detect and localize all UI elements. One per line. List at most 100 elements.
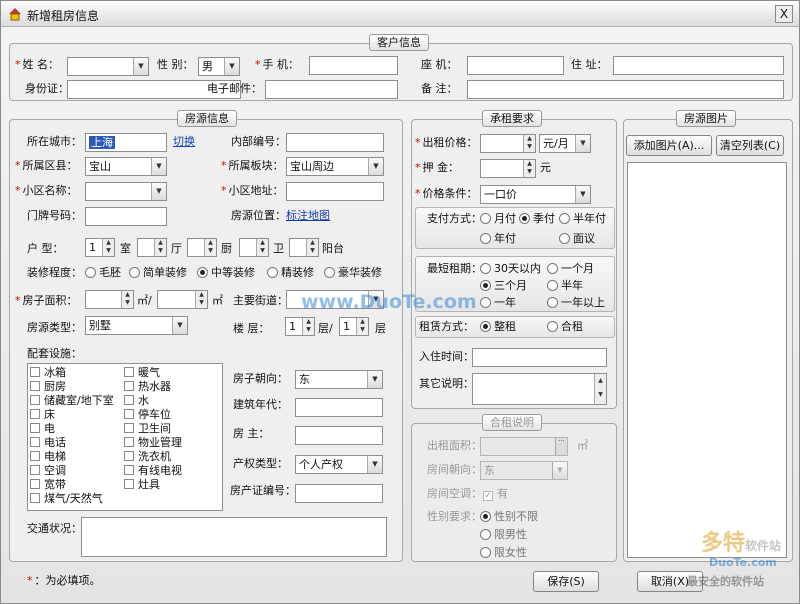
facility-checkbox[interactable]: 洗衣机 [124, 450, 182, 464]
chevron-down-icon[interactable]: ▼ [367, 456, 382, 473]
save-button[interactable]: 保存(S) [533, 571, 599, 592]
mode-shared-radio[interactable]: 合租 [547, 319, 583, 335]
decor-option-simple[interactable]: 简单装修 [129, 265, 187, 281]
community-combo[interactable]: ▼ [85, 182, 167, 201]
gender-select[interactable]: 男 ▼ [198, 57, 240, 76]
facility-checkbox[interactable]: 灶具 [124, 478, 182, 492]
district-select[interactable]: 宝山 ▼ [85, 157, 167, 176]
orientation-select[interactable]: 东 ▼ [295, 370, 383, 389]
spin-icon[interactable]: ▲ ▼ [302, 318, 314, 335]
pay-monthly-radio[interactable]: 月付 [480, 211, 516, 227]
name-combo[interactable]: ▼ [67, 57, 149, 76]
clear-list-button[interactable]: 清空列表(C) [716, 135, 784, 156]
gender-female-radio[interactable]: 限女性 [480, 545, 527, 561]
facility-checkbox[interactable]: 卫生间 [124, 422, 182, 436]
decor-option-luxury[interactable]: 豪华装修 [324, 265, 382, 281]
term-1month-radio[interactable]: 一个月 [547, 261, 594, 277]
condition-select[interactable]: 一口价 ▼ [480, 185, 591, 204]
hall-stepper[interactable]: ▲ ▼ [137, 238, 167, 257]
chevron-down-icon[interactable]: ▼ [224, 58, 239, 75]
email-input[interactable] [265, 80, 398, 99]
facility-checkbox[interactable]: 停车位 [124, 408, 182, 422]
term-30days-radio[interactable]: 30天以内 [480, 261, 541, 277]
facility-checkbox[interactable]: 电话 [30, 436, 114, 450]
kitchen-stepper[interactable]: ▲ ▼ [187, 238, 217, 257]
property-select[interactable]: 个人产权 ▼ [295, 455, 383, 474]
room-stepper[interactable]: 1 ▲ ▼ [85, 238, 115, 257]
bath-stepper[interactable]: ▲ ▼ [239, 238, 269, 257]
pay-halfyear-radio[interactable]: 半年付 [559, 211, 606, 227]
checkbox-icon[interactable] [124, 479, 134, 489]
close-button[interactable]: X [775, 5, 793, 23]
chevron-down-icon[interactable]: ▼ [367, 371, 382, 388]
facility-checkbox[interactable]: 电 [30, 422, 114, 436]
checkbox-icon[interactable] [30, 367, 40, 377]
traffic-textarea[interactable] [81, 517, 387, 557]
share-area-input[interactable]: ··· [480, 437, 568, 456]
facility-checkbox[interactable]: 热水器 [124, 380, 182, 394]
checkbox-icon[interactable] [124, 395, 134, 405]
decor-option-rough[interactable]: 毛胚 [85, 265, 121, 281]
spin-icon[interactable]: ··· [555, 438, 567, 455]
gender-male-radio[interactable]: 限男性 [480, 527, 527, 543]
facility-checkbox[interactable]: 水 [124, 394, 182, 408]
owner-input[interactable] [295, 426, 383, 445]
chevron-down-icon[interactable]: ▼ [172, 317, 187, 334]
area-stepper-2[interactable]: ▲ ▼ [157, 290, 208, 309]
chevron-down-icon[interactable]: ▼ [133, 58, 148, 75]
checkbox-icon[interactable] [124, 465, 134, 475]
photo-list[interactable] [627, 162, 787, 558]
spin-icon[interactable]: ▲ ▼ [523, 135, 535, 152]
pay-quarterly-radio[interactable]: 季付 [519, 211, 555, 227]
add-photo-button[interactable]: 添加图片(A)... [626, 135, 712, 156]
price-stepper[interactable]: ▲ ▼ [480, 134, 536, 153]
landline-input[interactable] [467, 56, 564, 75]
room-orient-select[interactable]: 东 ▼ [480, 461, 568, 480]
checkbox-icon[interactable] [30, 395, 40, 405]
checkbox-icon[interactable] [30, 479, 40, 489]
room-ac-checkbox[interactable]: ✓ 有 [483, 487, 508, 501]
internal-no-input[interactable] [286, 133, 384, 152]
chevron-down-icon[interactable]: ▼ [151, 183, 166, 200]
checkbox-icon[interactable] [124, 409, 134, 419]
facility-checkbox[interactable]: 物业管理 [124, 436, 182, 450]
scrollbar[interactable]: ▲ ▼ [594, 374, 606, 404]
spin-icon[interactable]: ▲ ▼ [195, 291, 207, 308]
chevron-down-icon[interactable]: ▼ [575, 135, 590, 152]
total-floor-stepper[interactable]: 1 ▲ ▼ [339, 317, 369, 336]
term-1year-radio[interactable]: 一年 [480, 295, 516, 311]
spin-icon[interactable]: ▲ ▼ [523, 160, 535, 177]
checkbox-icon[interactable] [124, 381, 134, 391]
note-input[interactable] [467, 80, 784, 99]
term-halfyear-radio[interactable]: 半年 [547, 278, 583, 294]
city-input[interactable]: 上海 [85, 133, 167, 152]
facility-checkbox[interactable]: 床 [30, 408, 114, 422]
facility-checkbox[interactable]: 暖气 [124, 366, 182, 380]
area-stepper[interactable]: ▲ ▼ [85, 290, 134, 309]
switch-city-link[interactable]: 切换 [173, 134, 195, 150]
chevron-down-icon[interactable]: ▼ [368, 158, 383, 175]
term-over1year-radio[interactable]: 一年以上 [547, 295, 605, 311]
decor-option-medium[interactable]: 中等装修 [197, 265, 255, 281]
chevron-down-icon[interactable]: ▼ [552, 462, 567, 479]
address-input[interactable] [613, 56, 784, 75]
term-3months-radio[interactable]: 三个月 [480, 278, 527, 294]
doorplate-input[interactable] [85, 207, 167, 226]
year-input[interactable] [295, 398, 383, 417]
checkbox-icon[interactable] [30, 451, 40, 461]
facility-checkbox[interactable]: 宽带 [30, 478, 114, 492]
checkbox-icon[interactable] [30, 493, 40, 503]
mark-map-link[interactable]: 标注地图 [286, 208, 330, 224]
decor-option-fine[interactable]: 精装修 [267, 265, 314, 281]
spin-icon[interactable]: ▲ ▼ [306, 239, 318, 256]
pay-yearly-radio[interactable]: 年付 [480, 231, 516, 247]
facility-checkbox[interactable]: 厨房 [30, 380, 114, 394]
facility-checkbox[interactable]: 电梯 [30, 450, 114, 464]
checkbox-icon[interactable] [30, 409, 40, 419]
cert-input[interactable] [295, 484, 383, 503]
checkbox-icon[interactable] [30, 437, 40, 447]
mobile-input[interactable] [309, 56, 398, 75]
spin-icon[interactable]: ▲ ▼ [356, 318, 368, 335]
block-select[interactable]: 宝山周边 ▼ [286, 157, 384, 176]
balcony-stepper[interactable]: ▲ ▼ [289, 238, 319, 257]
